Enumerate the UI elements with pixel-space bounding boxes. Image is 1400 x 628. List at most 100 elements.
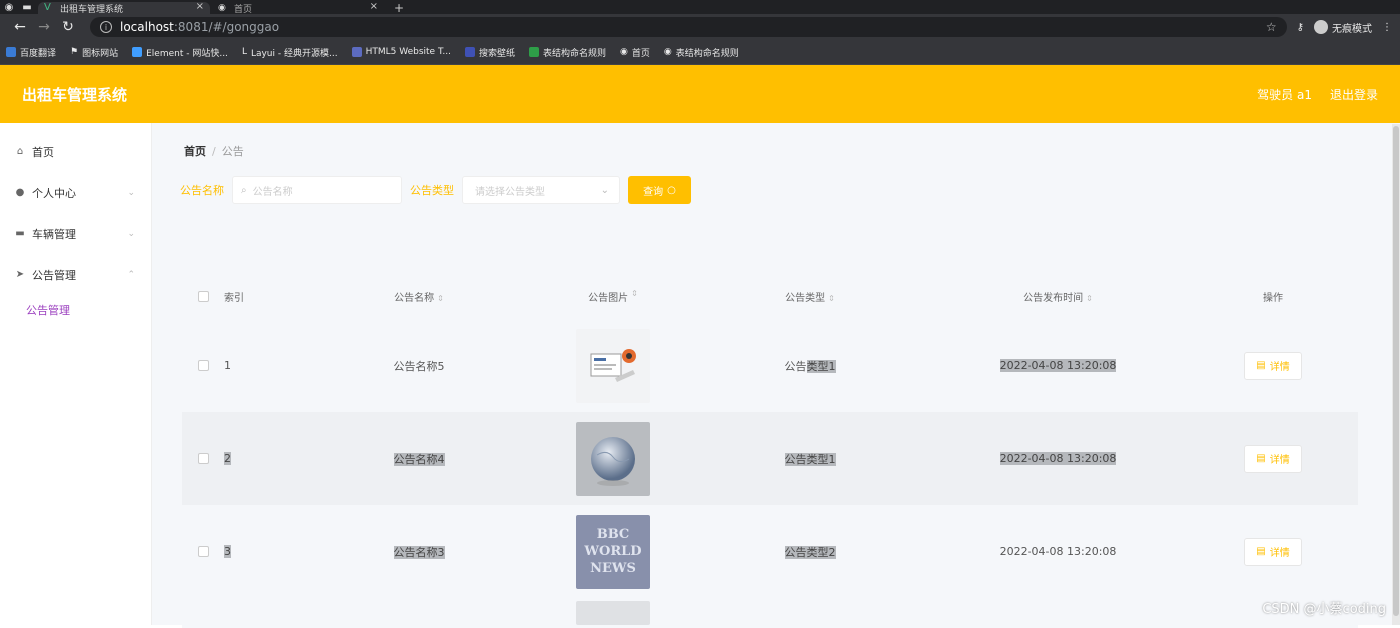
incognito-label: 无痕模式 [1332,20,1372,35]
browser-tab-home[interactable]: ◉ 首页 × [212,2,384,14]
name-search-placeholder: 公告名称 [253,183,293,198]
cell-type: 公告类型2 [785,546,836,559]
sort-icon[interactable]: ⇕ [828,294,835,303]
cell-name: 公告名称4 [394,453,445,466]
chevron-down-icon: ⌄ [601,185,609,196]
world-news-thumbnail[interactable]: BBC WORLD NEWS [576,515,650,589]
header-type[interactable]: 公告类型⇕ [692,289,928,304]
url-host: localhost [120,20,174,34]
detail-button[interactable]: ▤详情 [1244,352,1302,380]
header-name[interactable]: 公告名称⇕ [304,289,534,304]
tab-title: 首页 [234,2,252,15]
star-icon[interactable]: ☆ [1266,20,1277,34]
app-title: 出租车管理系统 [22,84,127,105]
sidebar-item-home[interactable]: ⌂ 首页 [0,131,151,172]
table-row: 3 公告名称3 BBC WORLD NEWS 公告类型2 2022-04-08 … [182,505,1358,598]
close-icon[interactable]: × [196,1,204,12]
name-search-input[interactable]: ⌕ 公告名称 [232,176,402,204]
sort-icon[interactable]: ⇕ [631,289,638,304]
close-icon[interactable]: × [370,1,378,12]
news-thumbnail[interactable] [576,329,650,403]
name-search-label: 公告名称 [180,182,224,198]
wallpaper-icon [465,47,475,57]
header-time[interactable]: 公告发布时间⇕ [928,289,1188,304]
type-select-placeholder: 请选择公告类型 [475,183,545,198]
cell-name: 公告名称3 [394,546,445,559]
globe-thumbnail[interactable] [576,422,650,496]
browser-tab-bar: ◉ ▬ V 出租车管理系统 × ◉ 首页 × + [0,0,1400,14]
forward-icon[interactable]: → [32,19,56,35]
bookmark-item[interactable]: ⚑图标网站 [70,46,118,59]
vue-icon: V [44,3,54,13]
key-icon[interactable]: ⚷ [1297,22,1304,33]
globe-icon [583,429,643,489]
chevron-down-icon: ⌄ [127,229,135,239]
back-icon[interactable]: ← [8,19,32,35]
globe-icon: ◉ [664,47,672,57]
image-thumbnail[interactable] [576,601,650,625]
table-header: 索引 公告名称⇕ 公告图片⇕ 公告类型⇕ 公告发布时间⇕ 操作 [182,273,1358,319]
sidebar-item-profile[interactable]: ● 个人中心 ⌄ [0,172,151,213]
query-button[interactable]: 查询 ○ [628,176,691,204]
sort-icon[interactable]: ⇕ [437,294,444,303]
sidebar-item-notices[interactable]: ➤ 公告管理 ⌃ [0,254,151,295]
bookmark-item[interactable]: 百度翻译 [6,46,56,59]
detail-button[interactable]: ▤详情 [1244,538,1302,566]
bookmark-item[interactable]: ◉表结构命名规则 [664,46,739,59]
header-index: 索引 [224,289,304,304]
cell-time: 2022-04-08 13:20:08 [1000,452,1117,465]
cell-name: 公告名称5 [304,358,534,374]
sheet-icon [529,47,539,57]
sort-icon[interactable]: ⇕ [1086,294,1093,303]
url-path: :8081/#/gonggao [174,20,279,34]
chevron-down-icon: ⌄ [127,188,135,198]
globe-icon: ◉ [218,3,228,13]
bookmark-item[interactable]: HTML5 Website T... [352,47,451,57]
reload-icon[interactable]: ↻ [56,19,80,35]
logout-link[interactable]: 退出登录 [1330,86,1378,103]
bookmark-item[interactable]: Element - 网站快... [132,46,228,59]
watermark: CSDN @小蔡coding [1262,598,1386,617]
browser-tab-app[interactable]: V 出租车管理系统 × [38,2,210,14]
row-checkbox[interactable] [198,453,209,464]
paper-plane-icon: ➤ [14,269,26,281]
url-input[interactable]: i localhost :8081/#/gonggao ☆ [90,17,1287,37]
row-checkbox[interactable] [198,546,209,557]
cell-time: 2022-04-08 13:20:08 [1000,359,1117,372]
row-checkbox[interactable] [198,360,209,371]
document-icon: ▤ [1256,453,1265,464]
header-picture[interactable]: 公告图片⇕ [534,289,692,304]
scrollbar-thumb[interactable] [1393,126,1399,616]
globe-icon: ◉ [620,47,628,57]
submenu-item-notices[interactable]: 公告管理 [0,295,151,325]
table-row: 1 公告名称5 公告类型1 2022-04-08 13:20:08 ▤详情 [182,319,1358,412]
bookmark-item[interactable]: LLayui - 经典开源模... [242,46,338,59]
layui-icon: L [242,47,247,57]
breadcrumb-home[interactable]: 首页 [184,145,206,158]
browser-menu-icon[interactable]: ◉ [0,0,18,14]
document-icon: ▤ [1256,546,1265,557]
bookmark-item[interactable]: ◉首页 [620,46,650,59]
incognito-badge[interactable]: 无痕模式 [1314,20,1372,35]
select-all-checkbox[interactable] [198,291,209,302]
bookmark-item[interactable]: 搜索壁纸 [465,46,515,59]
browser-address-bar: ← → ↻ i localhost :8081/#/gonggao ☆ ⚷ 无痕… [0,14,1400,40]
newspaper-icon [585,344,641,388]
new-tab-icon[interactable]: + [394,2,404,14]
bookmark-item[interactable]: 表结构命名规则 [529,46,606,59]
detail-button[interactable]: ▤详情 [1244,445,1302,473]
type-select[interactable]: 请选择公告类型 ⌄ [462,176,620,204]
cell-index: 2 [224,452,231,465]
window-icon[interactable]: ▬ [18,0,36,14]
sidebar: ⌂ 首页 ● 个人中心 ⌄ ▬ 车辆管理 ⌄ ➤ 公告管理 ⌃ 公告管理 [0,123,152,625]
search-icon: ○ [667,185,676,196]
element-icon [132,47,142,57]
sidebar-item-vehicles[interactable]: ▬ 车辆管理 ⌄ [0,213,151,254]
home-icon: ⌂ [14,146,26,158]
breadcrumb-current: 公告 [222,145,244,158]
info-icon[interactable]: i [100,21,112,33]
user-icon: ● [14,187,26,199]
sidebar-item-label: 车辆管理 [32,226,76,242]
breadcrumb-separator: / [212,145,216,158]
more-icon[interactable]: ⋮ [1382,22,1392,33]
